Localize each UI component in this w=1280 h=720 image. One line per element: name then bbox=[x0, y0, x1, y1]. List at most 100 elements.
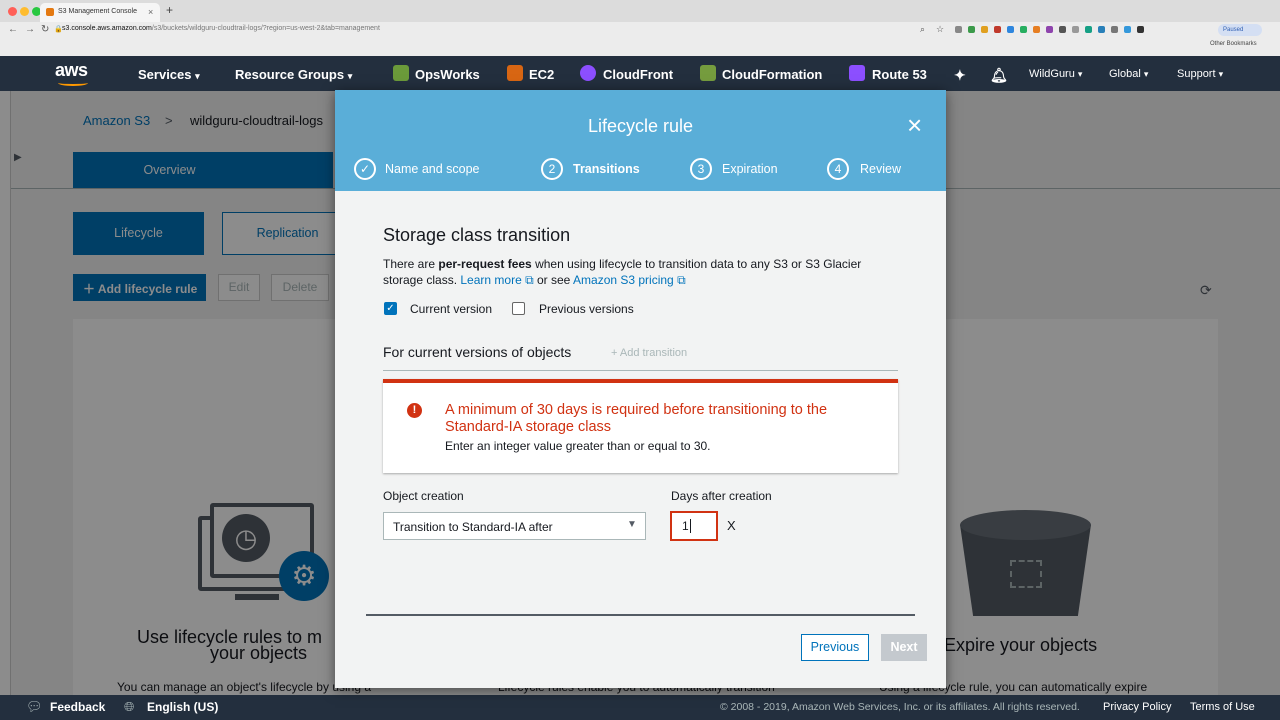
extension-icon[interactable] bbox=[1007, 26, 1014, 33]
object-creation-select[interactable]: Transition to Standard-IA after ▼ bbox=[383, 512, 646, 540]
new-tab-button[interactable]: + bbox=[166, 3, 173, 17]
external-link-icon: ⧉ bbox=[521, 273, 534, 287]
reload-icon[interactable]: ↻ bbox=[41, 24, 49, 35]
aws-logo[interactable]: aws bbox=[55, 60, 88, 81]
minimize-window-icon[interactable] bbox=[20, 7, 29, 16]
url-field[interactable]: s3.console.aws.amazon.com/s3/buckets/wil… bbox=[62, 25, 380, 32]
step-review[interactable]: Review bbox=[860, 162, 901, 176]
region-menu[interactable]: Global ▾ bbox=[1109, 68, 1148, 80]
extension-icon[interactable] bbox=[1046, 26, 1053, 33]
forward-icon[interactable]: → bbox=[25, 24, 35, 35]
terms-of-use-link[interactable]: Terms of Use bbox=[1190, 701, 1255, 713]
modal-title: Lifecycle rule bbox=[587, 116, 694, 136]
object-creation-value: Transition to Standard-IA after bbox=[393, 520, 553, 534]
services-menu[interactable]: Services ▾ bbox=[138, 67, 200, 82]
chevron-down-icon: ▾ bbox=[1077, 69, 1083, 79]
chevron-down-icon: ▼ bbox=[627, 519, 637, 530]
console-footer: 💬︎ Feedback 🌐︎ English (US) © 2008 - 201… bbox=[0, 695, 1280, 720]
modal-header: Lifecycle rule × ✓ Name and scope 2 Tran… bbox=[335, 90, 946, 191]
close-icon[interactable]: × bbox=[907, 112, 922, 138]
error-icon: ! bbox=[407, 403, 422, 418]
current-versions-heading: For current versions of objects bbox=[383, 344, 572, 360]
s3-pricing-link[interactable]: Amazon S3 pricing bbox=[573, 273, 674, 287]
extension-icon[interactable] bbox=[1137, 26, 1144, 33]
step-expiration[interactable]: Expiration bbox=[722, 162, 778, 176]
extension-icon[interactable] bbox=[955, 26, 962, 33]
remove-transition-button[interactable]: X bbox=[727, 518, 736, 533]
object-creation-label: Object creation bbox=[383, 489, 464, 503]
extension-icon[interactable] bbox=[1085, 26, 1092, 33]
extension-icon[interactable] bbox=[1098, 26, 1105, 33]
intro-bold-text: per-request fees bbox=[438, 257, 532, 271]
services-label: Services bbox=[138, 67, 192, 82]
feedback-icon: 💬︎ bbox=[26, 699, 43, 714]
other-bookmarks[interactable]: Other Bookmarks bbox=[1210, 41, 1257, 47]
bell-icon[interactable]: 🔔︎ bbox=[990, 67, 1008, 84]
pin-icon[interactable]: ✦ bbox=[954, 67, 966, 84]
feedback-link[interactable]: Feedback bbox=[50, 700, 105, 714]
tab-title: S3 Management Console bbox=[58, 8, 137, 15]
url-domain: s3.console.aws.amazon.com bbox=[62, 25, 152, 32]
extension-icon[interactable] bbox=[1072, 26, 1079, 33]
step-3-number: 3 bbox=[690, 158, 712, 180]
step-1-check-icon: ✓ bbox=[354, 158, 376, 180]
intro-text: There are bbox=[383, 257, 439, 271]
step-name-and-scope[interactable]: Name and scope bbox=[385, 162, 480, 176]
route53-shortcut[interactable]: Route 53 bbox=[872, 67, 927, 82]
previous-button[interactable]: Previous bbox=[801, 634, 869, 661]
chevron-down-icon: ▾ bbox=[347, 71, 353, 81]
cloudformation-icon bbox=[700, 65, 716, 81]
support-menu[interactable]: Support ▾ bbox=[1177, 68, 1223, 80]
cloudfront-shortcut[interactable]: CloudFront bbox=[603, 67, 673, 82]
profile-paused-badge[interactable]: Paused bbox=[1218, 24, 1262, 36]
bookmark-star-icon[interactable]: ☆ bbox=[936, 24, 944, 35]
extension-icons[interactable] bbox=[955, 26, 1144, 36]
cloudfront-icon bbox=[580, 65, 596, 81]
account-label: WildGuru bbox=[1029, 68, 1075, 80]
cloudformation-shortcut[interactable]: CloudFormation bbox=[722, 67, 822, 82]
days-after-creation-input[interactable]: 1 bbox=[671, 512, 717, 540]
ec2-shortcut[interactable]: EC2 bbox=[529, 67, 554, 82]
error-description: Enter an integer value greater than or e… bbox=[445, 439, 711, 453]
opsworks-shortcut[interactable]: OpsWorks bbox=[415, 67, 480, 82]
extension-icon[interactable] bbox=[1124, 26, 1131, 33]
section-divider bbox=[383, 370, 898, 371]
previous-versions-checkbox[interactable] bbox=[512, 302, 525, 315]
extension-icon[interactable] bbox=[1059, 26, 1066, 33]
chevron-down-icon: ▾ bbox=[195, 71, 200, 81]
zoom-icon[interactable]: ⌕ bbox=[920, 24, 925, 35]
next-button[interactable]: Next bbox=[881, 634, 927, 661]
lifecycle-rule-modal: Lifecycle rule × ✓ Name and scope 2 Tran… bbox=[335, 90, 946, 688]
add-transition-link[interactable]: + Add transition bbox=[611, 347, 687, 359]
extension-icon[interactable] bbox=[1111, 26, 1118, 33]
privacy-policy-link[interactable]: Privacy Policy bbox=[1103, 701, 1171, 713]
resource-groups-menu[interactable]: Resource Groups ▾ bbox=[235, 67, 352, 82]
tab-close-icon[interactable]: × bbox=[148, 7, 153, 17]
step-transitions[interactable]: Transitions bbox=[573, 162, 640, 176]
previous-versions-label[interactable]: Previous versions bbox=[539, 302, 634, 316]
region-label: Global bbox=[1109, 68, 1141, 80]
current-version-checkbox[interactable]: ✓ bbox=[384, 302, 397, 315]
back-icon[interactable]: ← bbox=[8, 24, 18, 35]
intro-text: when using lifecycle to transition data … bbox=[531, 257, 862, 271]
days-after-creation-label: Days after creation bbox=[671, 489, 772, 503]
error-title: A minimum of 30 days is required before … bbox=[445, 402, 828, 435]
current-version-label[interactable]: Current version bbox=[410, 302, 492, 316]
extension-icon[interactable] bbox=[981, 26, 988, 33]
language-selector[interactable]: English (US) bbox=[147, 700, 218, 714]
account-menu[interactable]: WildGuru ▾ bbox=[1029, 68, 1082, 80]
intro-text: storage class. bbox=[383, 273, 461, 287]
extension-icon[interactable] bbox=[968, 26, 975, 33]
extension-icon[interactable] bbox=[1033, 26, 1040, 33]
chevron-down-icon: ▾ bbox=[1143, 69, 1149, 79]
extension-icon[interactable] bbox=[1020, 26, 1027, 33]
external-link-icon: ⧉ bbox=[673, 273, 686, 287]
text-cursor bbox=[689, 519, 691, 533]
url-path: /s3/buckets/wildguru-cloudtrail-logs/?re… bbox=[151, 25, 380, 32]
globe-icon: 🌐︎ bbox=[124, 699, 135, 714]
intro-line-2: storage class. Learn more ⧉ or see Amazo… bbox=[383, 273, 686, 288]
browser-tab[interactable]: S3 Management Console × bbox=[40, 3, 160, 22]
close-window-icon[interactable] bbox=[8, 7, 17, 16]
extension-icon[interactable] bbox=[994, 26, 1001, 33]
learn-more-link[interactable]: Learn more bbox=[460, 273, 521, 287]
